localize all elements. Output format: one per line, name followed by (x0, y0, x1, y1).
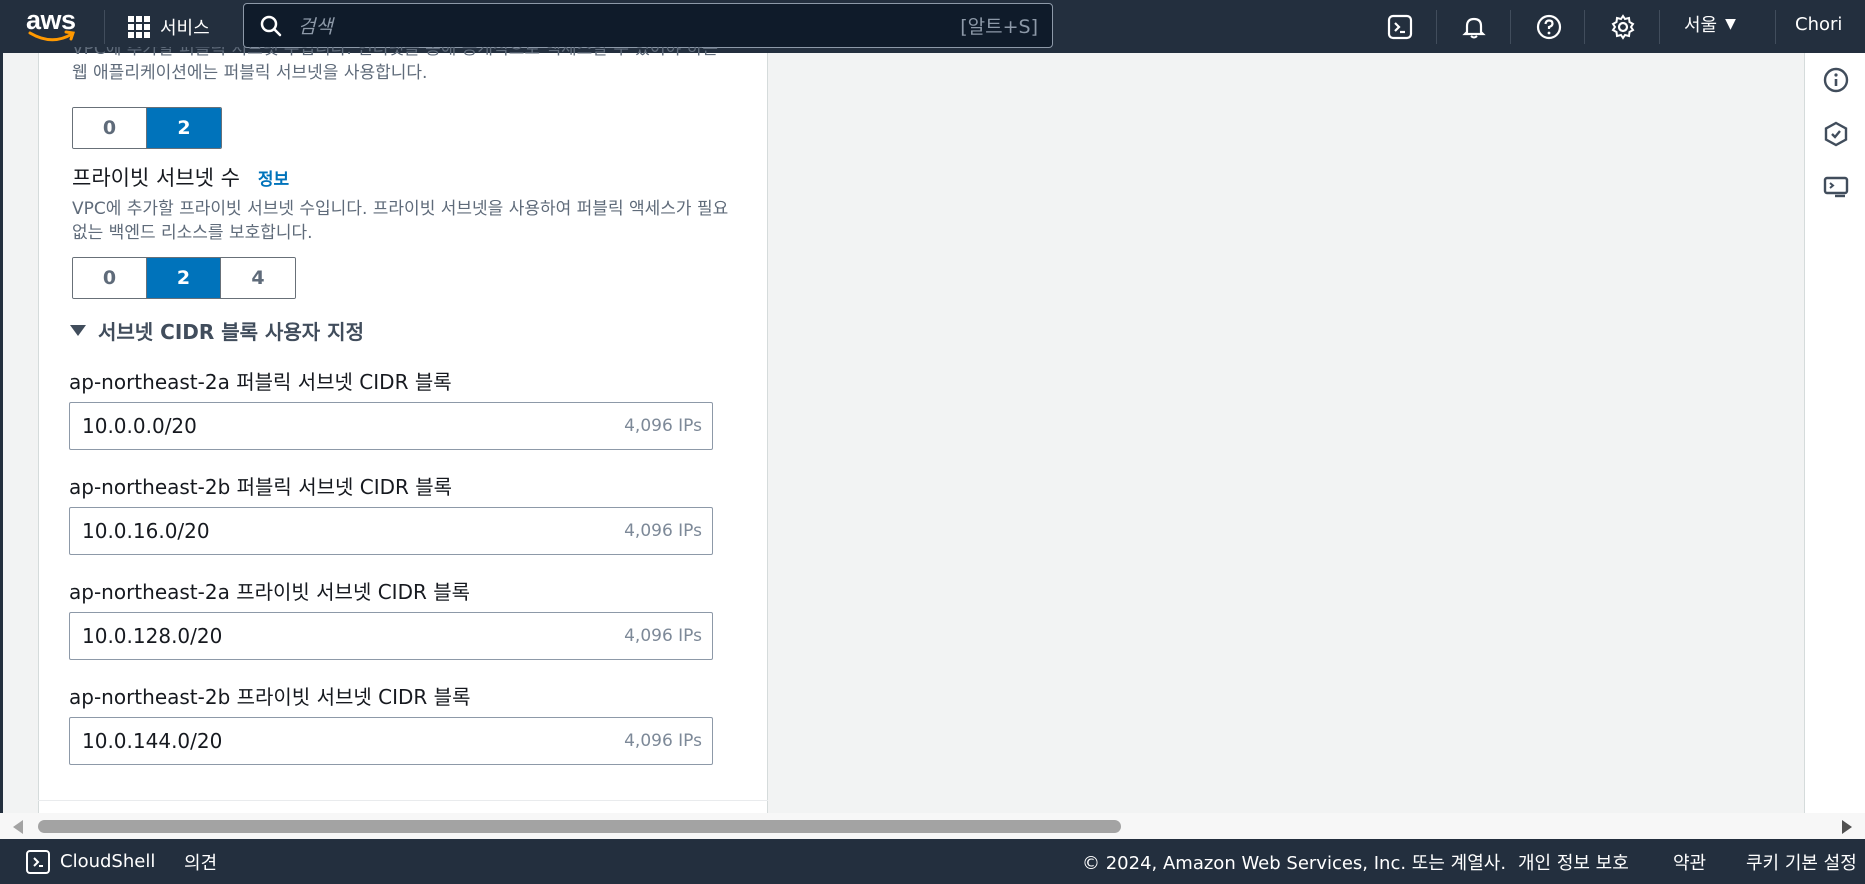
ip-count: 4,096 IPs (624, 626, 702, 646)
privacy-link[interactable]: 개인 정보 보호 (1518, 839, 1629, 884)
public-option-0[interactable]: 0 (73, 108, 147, 148)
cidr-input-private-2b[interactable]: 10.0.144.0/20 4,096 IPs (69, 717, 713, 765)
nav-divider (1510, 10, 1511, 44)
cidr-input-private-2a[interactable]: 10.0.128.0/20 4,096 IPs (69, 612, 713, 660)
cidr-value: 10.0.144.0/20 (82, 729, 223, 753)
cidr-label-private-2b: ap-northeast-2b 프라이빗 서브넷 CIDR 블록 (69, 685, 471, 709)
search-bar[interactable]: 검색 [알트+S] (243, 3, 1053, 48)
cloudshell-label: CloudShell (60, 851, 156, 872)
bell-icon[interactable] (1457, 10, 1491, 44)
screen-icon[interactable] (1823, 175, 1849, 201)
scroll-left-icon[interactable] (13, 820, 23, 834)
private-subnet-title-text: 프라이빗 서브넷 수 (72, 166, 240, 190)
nav-divider (1659, 10, 1660, 44)
user-menu[interactable]: Chori (1795, 0, 1842, 48)
cidr-input-public-2b[interactable]: 10.0.16.0/20 4,096 IPs (69, 507, 713, 555)
cidr-label-private-2a: ap-northeast-2a 프라이빗 서브넷 CIDR 블록 (69, 580, 471, 604)
copyright-text: © 2024, Amazon Web Services, Inc. 또는 계열사… (1082, 852, 1507, 874)
caret-down-icon (70, 325, 86, 336)
public-option-2[interactable]: 2 (147, 108, 221, 148)
search-shortcut: [알트+S] (960, 16, 1038, 38)
cloudshell-icon[interactable] (1383, 10, 1417, 44)
cidr-value: 10.0.128.0/20 (82, 624, 223, 648)
terms-link[interactable]: 약관 (1673, 839, 1706, 884)
ip-count: 4,096 IPs (624, 731, 702, 751)
public-subnet-description: VPC에 추가할 퍼블릭 서브넷 수입니다. 인터넷을 통해 공개적으로 액세스… (72, 47, 718, 83)
public-subnet-count-selector: 0 2 (72, 107, 222, 149)
cidr-label-public-2b: ap-northeast-2b 퍼블릭 서브넷 CIDR 블록 (69, 475, 453, 499)
nav-divider (1584, 10, 1585, 44)
cidr-value: 10.0.16.0/20 (82, 519, 210, 543)
nav-divider (1436, 10, 1437, 44)
cidr-label-public-2a: ap-northeast-2a 퍼블릭 서브넷 CIDR 블록 (69, 370, 452, 394)
private-subnet-title: 프라이빗 서브넷 수 정보 (72, 162, 289, 192)
cloudshell-button[interactable]: CloudShell (26, 839, 155, 884)
info-icon[interactable] (1823, 67, 1849, 93)
horizontal-scrollbar[interactable] (0, 813, 1865, 839)
user-label: Chori (1795, 13, 1843, 35)
private-subnet-description: VPC에 추가할 프라이빗 서브넷 수입니다. 프라이빗 서브넷을 사용하여 퍼… (72, 199, 729, 243)
ip-count: 4,096 IPs (624, 521, 702, 541)
private-option-0[interactable]: 0 (73, 258, 147, 298)
private-option-4[interactable]: 4 (221, 258, 295, 298)
aws-smile-icon (28, 30, 75, 42)
nav-divider (1775, 10, 1776, 44)
top-navigation: aws 서비스 검색 [알트+S] 서울 ▼ Chori (0, 0, 1865, 53)
panel-divider (38, 800, 768, 801)
private-option-2[interactable]: 2 (147, 258, 221, 298)
services-menu[interactable]: 서비스 (128, 0, 210, 53)
services-label: 서비스 (160, 17, 210, 39)
right-utility-rail (1804, 53, 1865, 813)
aws-logo[interactable]: aws (26, 6, 80, 48)
feedback-link[interactable]: 의견 (184, 839, 217, 884)
cookie-settings-link[interactable]: 쿠키 기본 설정 (1746, 839, 1857, 884)
scrollbar-thumb[interactable] (38, 820, 1121, 833)
help-icon[interactable] (1532, 10, 1566, 44)
info-link[interactable]: 정보 (258, 165, 289, 190)
region-selector[interactable]: 서울 ▼ (1684, 0, 1736, 48)
cidr-value: 10.0.0.0/20 (82, 414, 197, 438)
cidr-section-title: 서브넷 CIDR 블록 사용자 지정 (98, 320, 364, 344)
ip-count: 4,096 IPs (624, 416, 702, 436)
nav-divider (104, 10, 105, 44)
search-input[interactable]: 검색 (298, 12, 960, 39)
grid-icon (128, 15, 150, 38)
caret-down-icon: ▼ (1725, 16, 1736, 32)
security-icon[interactable] (1823, 121, 1849, 147)
gear-icon[interactable] (1606, 10, 1640, 44)
left-edge (0, 53, 3, 884)
private-subnet-count-selector: 0 2 4 (72, 257, 296, 299)
cidr-customize-toggle[interactable]: 서브넷 CIDR 블록 사용자 지정 (70, 316, 364, 345)
console-footer: CloudShell 의견 © 2024, Amazon Web Service… (0, 839, 1865, 884)
region-label: 서울 (1684, 15, 1718, 36)
cloudshell-icon (26, 849, 50, 874)
search-icon (260, 15, 282, 36)
cidr-input-public-2a[interactable]: 10.0.0.0/20 4,096 IPs (69, 402, 713, 450)
scroll-right-icon[interactable] (1842, 820, 1852, 834)
